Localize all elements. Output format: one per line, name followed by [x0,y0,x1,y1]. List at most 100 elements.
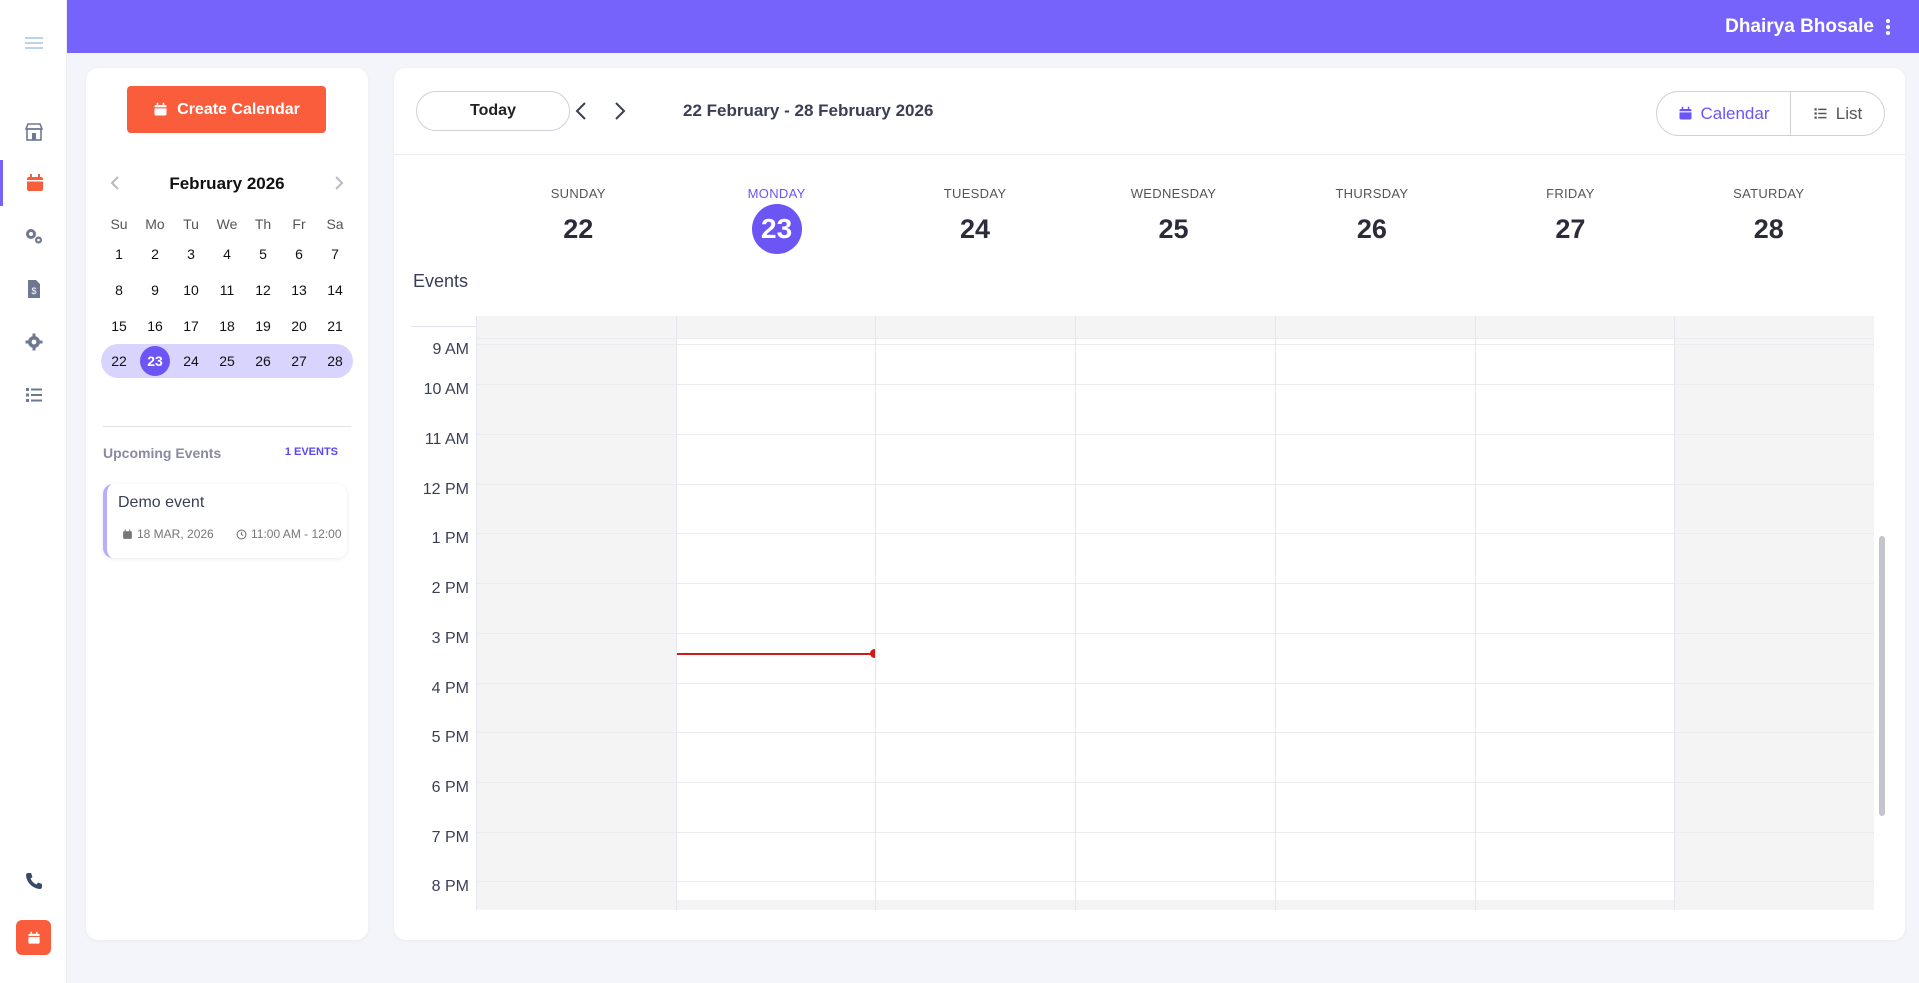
hour-gridline [676,881,876,882]
weekday-label: We [216,216,238,232]
day-number-current: 23 [751,204,802,254]
mini-day[interactable]: 2 [137,239,173,269]
gear-icon [25,333,42,351]
time-grid-scrollbar[interactable] [1874,316,1890,910]
nav-settings[interactable] [0,319,67,365]
mini-day[interactable]: 13 [281,275,317,305]
all-day-slot[interactable] [876,316,1076,339]
user-name[interactable]: Dhairya Bhosale [1725,16,1874,38]
hour-gridline [1076,683,1275,684]
all-day-slot[interactable] [676,316,876,339]
hour-gridline [676,832,876,833]
mini-day[interactable]: 25 [209,346,245,376]
nav-calendar[interactable] [0,160,67,206]
hour-gridline [1675,484,1874,485]
mini-day[interactable]: 1 [101,239,137,269]
scroll-thumb[interactable] [1879,536,1885,816]
hour-label: 6 PM [431,779,469,796]
nav-rail: $ [0,0,67,983]
day-header-sunday[interactable]: SUNDAY 22 [479,186,677,260]
mini-day[interactable]: 18 [209,311,245,341]
hour-gridline [1475,633,1675,634]
hour-gridline [477,344,676,345]
hour-gridline [676,434,876,435]
nav-store[interactable] [0,109,67,155]
day-column-sunday[interactable] [476,316,676,910]
upcoming-events-count: 1 EVENTS [284,446,338,458]
mini-day[interactable]: 9 [137,275,173,305]
current-time-indicator [676,653,876,655]
calendar-view-button[interactable]: Calendar [1657,92,1791,135]
hour-gridline [1675,732,1874,733]
mini-day[interactable]: 8 [101,275,137,305]
mini-day[interactable]: 15 [101,311,137,341]
mini-day-today[interactable]: 23 [137,346,173,376]
day-name: THURSDAY [1335,186,1409,201]
nav-list[interactable] [0,372,67,418]
all-day-slot[interactable] [1076,316,1275,339]
mini-day[interactable]: 28 [317,346,353,376]
all-day-slot[interactable] [477,316,676,339]
prev-week-button[interactable] [568,98,594,124]
mini-day[interactable]: 12 [245,275,281,305]
day-header-friday[interactable]: FRIDAY 27 [1471,186,1669,260]
day-header-thursday[interactable]: THURSDAY 26 [1273,186,1471,260]
mini-day[interactable]: 22 [101,346,137,376]
mini-day[interactable]: 14 [317,275,353,305]
grid-bottom-band [1475,900,1675,910]
weekday-label: Fr [292,216,306,232]
mini-day[interactable]: 11 [209,275,245,305]
mini-day[interactable]: 20 [281,311,317,341]
mini-day[interactable]: 19 [245,311,281,341]
weekday-label: Th [254,216,272,232]
mini-day[interactable]: 5 [245,239,281,269]
hour-gridline [676,344,876,345]
upcoming-events-title: Upcoming Events [103,445,222,461]
mini-day[interactable]: 21 [317,311,353,341]
mini-day[interactable]: 4 [209,239,245,269]
mini-day[interactable]: 26 [245,346,281,376]
menu-toggle-button[interactable] [0,20,67,66]
day-header-wednesday[interactable]: WEDNESDAY 25 [1074,186,1272,260]
create-calendar-button[interactable]: Create Calendar [127,86,326,133]
more-options-icon[interactable] [1885,19,1891,35]
mini-next-month-button[interactable] [328,172,350,194]
nav-phone[interactable] [0,858,67,904]
hour-gridline [1076,434,1275,435]
quick-calendar-button[interactable] [16,920,51,955]
all-day-slot[interactable] [1675,316,1874,339]
hour-gridline [676,732,876,733]
day-header-monday[interactable]: MONDAY 23 [677,186,875,260]
all-day-slot[interactable] [1475,316,1675,339]
mini-day[interactable]: 10 [173,275,209,305]
hour-gridline [1076,832,1275,833]
mini-day[interactable]: 7 [317,239,353,269]
today-button[interactable]: Today [416,91,570,131]
mini-day[interactable]: 17 [173,311,209,341]
day-column-saturday[interactable] [1674,316,1874,910]
upcoming-event-card[interactable]: Demo event 18 MAR, 2026 11:00 AM - 12:00 [103,484,347,558]
day-column-monday[interactable] [675,316,880,910]
day-column-tuesday[interactable] [875,316,1076,910]
day-header-tuesday[interactable]: TUESDAY 24 [876,186,1074,260]
event-date-label: 18 MAR, 2026 [137,527,214,541]
weekday-label: Su [110,216,128,232]
hour-gridline [676,533,876,534]
day-header-saturday[interactable]: SATURDAY 28 [1670,186,1868,260]
day-column-thursday[interactable] [1274,316,1475,910]
mini-day[interactable]: 27 [281,346,317,376]
day-column-friday[interactable] [1474,316,1675,910]
hour-gridline [676,484,876,485]
next-week-button[interactable] [607,98,633,124]
day-column-wednesday[interactable] [1075,316,1275,910]
mini-day[interactable]: 24 [173,346,209,376]
hour-gridline [1475,732,1675,733]
all-day-slot[interactable] [1275,316,1475,339]
mini-day[interactable]: 6 [281,239,317,269]
mini-day[interactable]: 3 [173,239,209,269]
list-view-button[interactable]: List [1791,92,1884,135]
hour-gridline [876,732,1076,733]
mini-day[interactable]: 16 [137,311,173,341]
nav-cogs[interactable] [0,213,67,259]
nav-invoice[interactable]: $ [0,266,67,312]
